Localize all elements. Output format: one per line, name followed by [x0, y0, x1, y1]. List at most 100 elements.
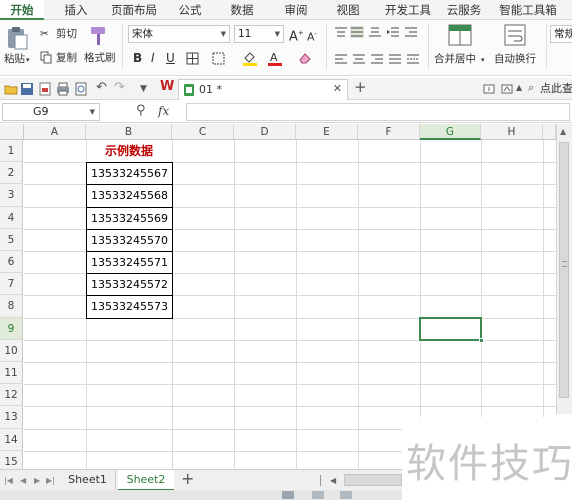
align-middle-icon[interactable] [350, 26, 364, 38]
column-header-c[interactable]: C [172, 124, 234, 140]
distributed-icon[interactable] [406, 53, 420, 65]
print-preview-icon[interactable] [74, 82, 88, 96]
row-header-2[interactable]: 2 [0, 162, 23, 185]
close-icon[interactable]: ✕ [333, 82, 342, 95]
tab-cloud-service[interactable]: 云服务 [442, 0, 486, 20]
formula-input[interactable] [186, 103, 570, 121]
clear-format-icon[interactable] [298, 51, 312, 65]
normal-view-icon[interactable] [282, 491, 294, 499]
copy-icon[interactable] [40, 51, 53, 64]
cell-b2[interactable]: 13533245567 [86, 162, 173, 186]
row-header-1[interactable]: 1 [0, 140, 23, 163]
column-header-d[interactable]: D [234, 124, 296, 140]
find-command-input[interactable]: 点此查 [540, 82, 572, 96]
align-right-icon[interactable] [370, 53, 384, 65]
font-color-icon[interactable]: A [268, 50, 282, 66]
zoom-icon[interactable]: ⚲ [136, 104, 146, 118]
row-header-13[interactable]: 13 [0, 406, 23, 429]
tab-view[interactable]: 视图 [328, 0, 368, 20]
sheet-tab-sheet1[interactable]: Sheet1 [60, 470, 116, 491]
scroll-up-icon[interactable]: ▲ [560, 127, 566, 136]
align-center-icon[interactable] [352, 53, 366, 65]
save-icon[interactable] [20, 82, 34, 96]
next-sheet-icon[interactable]: ▶ [34, 474, 40, 488]
row-header-14[interactable]: 14 [0, 428, 23, 451]
tab-insert[interactable]: 插入 [56, 0, 96, 20]
column-header-g[interactable]: G [420, 124, 481, 140]
cell-b6[interactable]: 13533245571 [86, 251, 173, 275]
search-icon[interactable]: ⌕ [528, 81, 534, 95]
cell-b7[interactable]: 13533245572 [86, 273, 173, 297]
first-sheet-icon[interactable]: |◀ [4, 474, 13, 488]
row-header-5[interactable]: 5 [0, 228, 23, 251]
font-name-select[interactable]: 宋体 ▼ [128, 25, 230, 43]
add-sheet-icon[interactable]: + [181, 471, 194, 487]
last-sheet-icon[interactable]: ▶| [46, 474, 55, 488]
customize-toolbar-icon[interactable]: ▼ [140, 82, 147, 96]
copy-button[interactable]: 复制 [56, 51, 77, 65]
cloud-sync-icon[interactable] [482, 82, 496, 96]
redo-icon[interactable]: ↷ [114, 81, 125, 95]
fill-handle[interactable] [479, 337, 484, 343]
merge-center-button[interactable]: 合并居中 [434, 52, 476, 66]
function-icon[interactable]: fx [158, 104, 169, 118]
tab-review[interactable]: 审阅 [276, 0, 316, 20]
row-header-6[interactable]: 6 [0, 251, 23, 274]
underline-icon[interactable]: U [166, 51, 175, 65]
select-all-corner[interactable] [0, 124, 24, 140]
cut-button[interactable]: 剪切 [56, 27, 77, 41]
page-layout-view-icon[interactable] [312, 491, 324, 499]
cell-b1[interactable]: 示例数据 [86, 140, 172, 162]
font-size-select[interactable]: 11 ▼ [234, 25, 284, 43]
italic-icon[interactable]: I [151, 51, 155, 65]
print-icon[interactable] [56, 82, 70, 96]
undo-icon[interactable]: ↶ [96, 81, 107, 95]
decrease-font-icon[interactable]: A- [307, 27, 317, 45]
bold-icon[interactable]: B [133, 51, 142, 65]
wps-logo-icon[interactable]: W [160, 80, 174, 94]
tab-splitter[interactable] [320, 475, 321, 486]
vertical-scrollbar[interactable]: ▲ [556, 124, 572, 414]
collapse-ribbon-icon[interactable]: ▲ [516, 81, 522, 95]
align-left-icon[interactable] [334, 53, 348, 65]
column-header-a[interactable]: A [24, 124, 86, 140]
horizontal-scrollbar-thumb[interactable] [344, 474, 402, 486]
document-tab[interactable]: 01 * ✕ [178, 79, 348, 100]
align-bottom-icon[interactable] [368, 26, 382, 38]
indent-increase-icon[interactable] [404, 26, 418, 38]
selected-cell[interactable] [419, 316, 482, 341]
column-header-b[interactable]: B [86, 124, 172, 140]
sheet-tab-sheet2[interactable]: Sheet2 [118, 470, 174, 491]
export-pdf-icon[interactable] [38, 82, 52, 96]
merge-style-icon[interactable] [212, 52, 225, 65]
row-header-11[interactable]: 11 [0, 362, 23, 385]
row-header-4[interactable]: 4 [0, 206, 23, 229]
row-header-9[interactable]: 9 [0, 317, 23, 340]
new-tab-icon[interactable]: + [354, 80, 367, 95]
justify-icon[interactable] [388, 53, 402, 65]
cell-b5[interactable]: 13533245570 [86, 228, 173, 252]
scissors-icon[interactable]: ✂ [40, 27, 49, 41]
number-format-select[interactable]: 常规 [550, 25, 572, 43]
name-box[interactable]: G9 ▼ [2, 103, 100, 121]
format-painter-icon[interactable] [89, 25, 109, 47]
page-break-view-icon[interactable] [340, 491, 352, 499]
row-header-12[interactable]: 12 [0, 384, 23, 407]
format-painter-button[interactable]: 格式刷 [84, 51, 116, 65]
row-header-8[interactable]: 8 [0, 295, 23, 318]
tab-data[interactable]: 数据 [222, 0, 262, 20]
fill-color-icon[interactable] [242, 50, 258, 66]
column-header-h[interactable]: H [481, 124, 543, 140]
tab-home[interactable]: 开始 [0, 0, 44, 20]
wrap-text-button[interactable]: 自动换行 [494, 52, 536, 66]
merge-center-icon[interactable] [448, 24, 472, 46]
indent-decrease-icon[interactable] [386, 26, 400, 38]
column-header-e[interactable]: E [296, 124, 358, 140]
tab-formulas[interactable]: 公式 [170, 0, 210, 20]
paste-icon[interactable] [6, 26, 28, 50]
cell-b8[interactable]: 13533245573 [86, 295, 173, 319]
row-header-3[interactable]: 3 [0, 184, 23, 207]
border-icon[interactable] [186, 52, 199, 65]
wrap-text-icon[interactable] [504, 24, 526, 46]
cell-b4[interactable]: 13533245569 [86, 206, 173, 230]
